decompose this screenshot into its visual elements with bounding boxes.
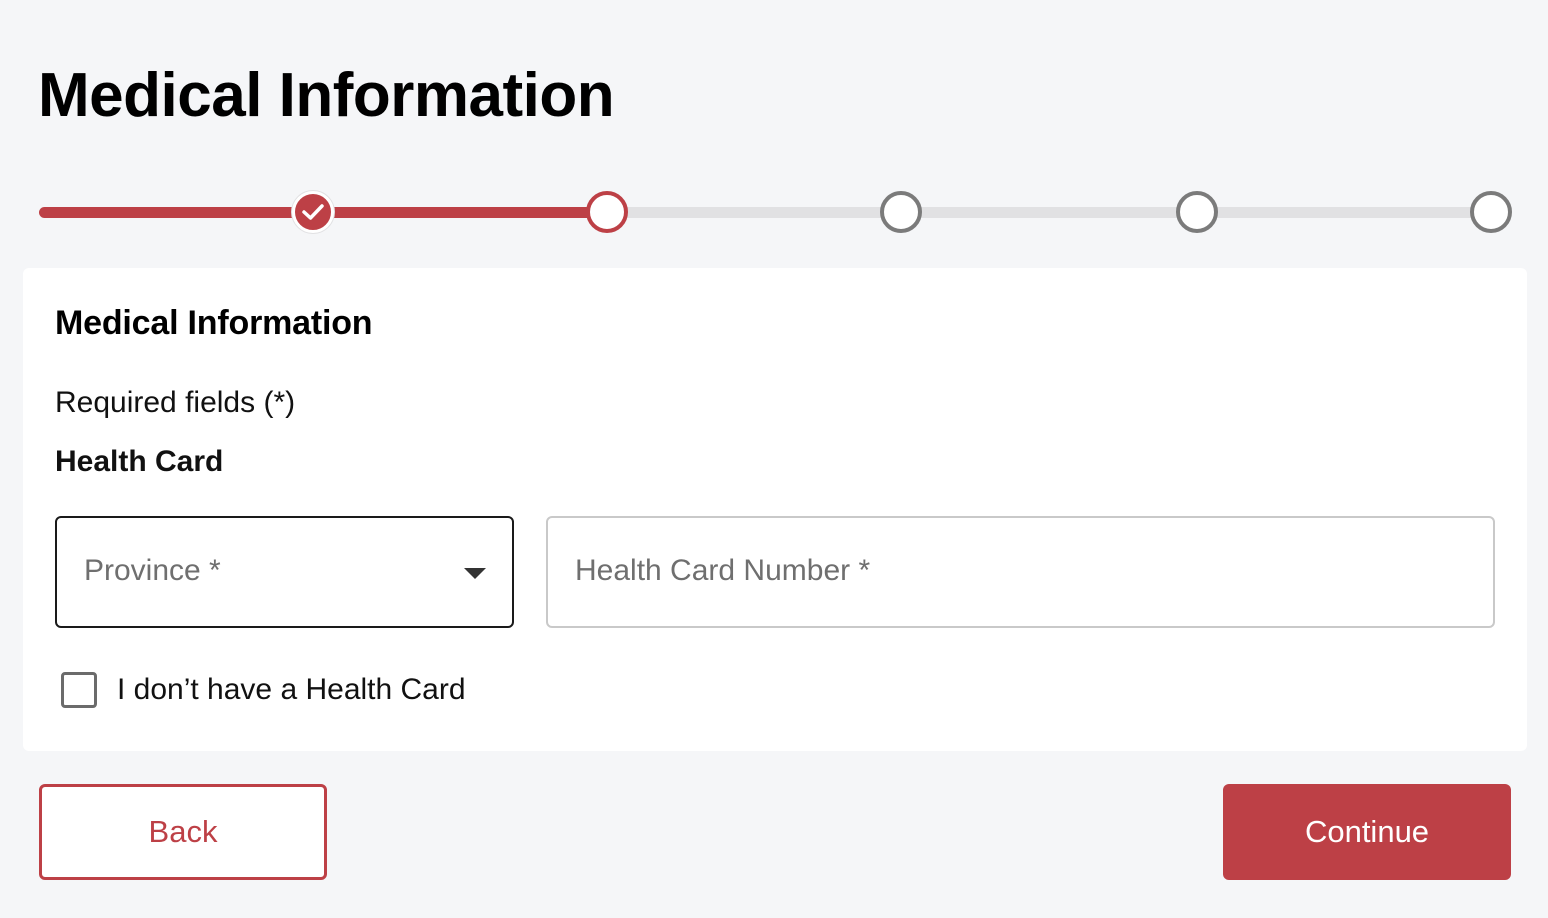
back-button[interactable]: Back: [39, 784, 327, 880]
medical-information-card: Medical Information Required fields (*) …: [23, 268, 1527, 751]
stepper-track-pending: [901, 207, 1197, 218]
health-card-number-placeholder: Health Card Number *: [575, 554, 871, 587]
stepper-track-pending: [607, 207, 901, 218]
stepper-step-1-complete[interactable]: [292, 191, 334, 233]
continue-button[interactable]: Continue: [1223, 784, 1511, 880]
stepper-step-5-pending: [1470, 191, 1512, 233]
checkmark-icon: [302, 204, 324, 220]
stepper-track-pending: [1197, 207, 1491, 218]
no-health-card-option[interactable]: I don’t have a Health Card: [61, 670, 466, 710]
medical-information-page: Medical Information Medical Information …: [0, 0, 1548, 918]
stepper-track-completed: [313, 207, 607, 218]
required-fields-note: Required fields (*): [55, 386, 296, 419]
page-title: Medical Information: [38, 61, 615, 130]
province-placeholder: Province *: [84, 554, 221, 587]
health-card-section-label: Health Card: [55, 445, 224, 478]
no-health-card-label: I don’t have a Health Card: [117, 673, 466, 706]
stepper-step-3-pending: [880, 191, 922, 233]
province-select[interactable]: Province *: [55, 516, 514, 628]
health-card-number-input[interactable]: Health Card Number *: [546, 516, 1495, 628]
stepper-step-4-pending: [1176, 191, 1218, 233]
stepper-step-2-current[interactable]: [586, 191, 628, 233]
card-title: Medical Information: [55, 304, 373, 342]
stepper-track-completed: [39, 207, 313, 218]
chevron-down-icon: [464, 568, 486, 579]
no-health-card-checkbox[interactable]: [61, 672, 97, 708]
